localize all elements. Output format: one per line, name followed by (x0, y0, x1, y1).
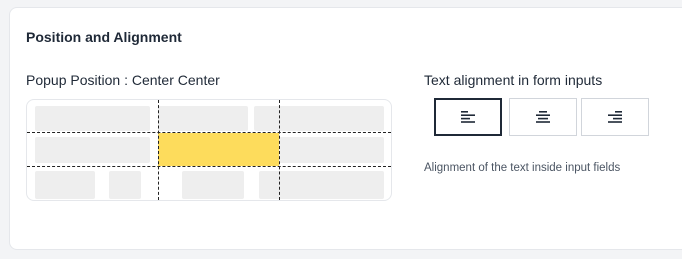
align-right-button[interactable] (581, 98, 649, 136)
position-top-right[interactable] (254, 106, 384, 131)
align-center-icon (536, 111, 550, 123)
text-alignment-label: Text alignment in form inputs (424, 72, 603, 88)
section-title: Position and Alignment (26, 29, 182, 45)
position-center-right[interactable] (278, 137, 384, 163)
align-center-button[interactable] (509, 98, 577, 136)
position-center-left[interactable] (35, 137, 150, 163)
align-left-icon (461, 111, 475, 123)
align-right-icon (608, 111, 622, 123)
position-bottom-left-center[interactable] (109, 171, 141, 199)
grid-line-vertical (158, 100, 159, 200)
popup-position-label: Popup Position : Center Center (26, 72, 220, 88)
position-top-center[interactable] (158, 106, 248, 131)
align-left-button[interactable] (434, 98, 502, 136)
position-bottom-center[interactable] (182, 171, 244, 199)
text-alignment-help: Alignment of the text inside input field… (424, 162, 621, 174)
grid-line-horizontal (27, 166, 391, 167)
position-bottom-right[interactable] (259, 171, 384, 199)
grid-line-horizontal (27, 132, 391, 133)
popup-position-grid[interactable] (26, 99, 392, 201)
grid-line-vertical (279, 100, 280, 200)
position-center-center-selected[interactable] (158, 133, 279, 166)
position-top-left[interactable] (35, 106, 150, 131)
position-bottom-left[interactable] (35, 171, 95, 199)
